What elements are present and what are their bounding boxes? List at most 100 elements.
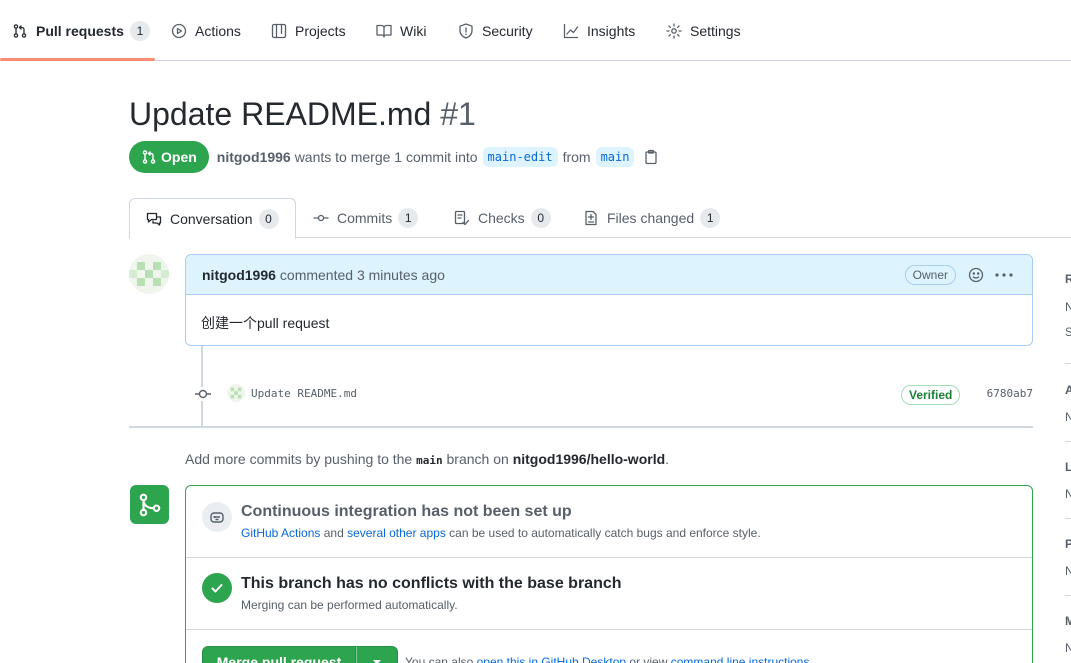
head-branch[interactable]: main xyxy=(595,147,635,167)
checklist-icon xyxy=(454,210,470,226)
ci-section: Continuous integration has not been set … xyxy=(186,486,1032,558)
sidebar-reviewers-value: N xyxy=(1065,300,1071,314)
ci-rest: can be used to automatically catch bugs … xyxy=(449,526,761,540)
github-actions-link[interactable]: GitHub Actions xyxy=(241,526,320,540)
merge-alt-suffix: . xyxy=(809,655,813,663)
nav-wiki[interactable]: Wiki xyxy=(376,0,426,61)
merge-box: Continuous integration has not been set … xyxy=(185,485,1033,663)
merge-alt-text: You can also open this in GitHub Desktop… xyxy=(405,655,813,663)
nav-insights[interactable]: Insights xyxy=(563,0,635,61)
nav-label: Security xyxy=(482,22,533,39)
commit-sha[interactable]: 6780ab7 xyxy=(987,387,1033,400)
sidebar-assignees-value: N xyxy=(1065,410,1071,424)
push-hint-repo[interactable]: nitgod1996/hello-world xyxy=(513,451,665,467)
shield-icon xyxy=(459,22,473,39)
tab-conversation[interactable]: Conversation 0 xyxy=(129,198,296,239)
ci-title: Continuous integration has not been set … xyxy=(241,503,572,520)
merge-pull-request-button[interactable]: Merge pull request xyxy=(202,646,356,663)
nav-settings[interactable]: Settings xyxy=(666,0,741,61)
tab-checks[interactable]: Checks 0 xyxy=(454,198,551,238)
git-commit-icon xyxy=(192,387,212,401)
tab-label: Commits xyxy=(337,210,393,226)
pr-tabs: Conversation 0 Commits 1 Checks 0 Files … xyxy=(129,198,1071,239)
commit-row: Update README.md Verified 6780ab7 xyxy=(190,380,1033,408)
commit-avatar[interactable] xyxy=(227,384,245,402)
command-line-link[interactable]: command line instructions xyxy=(671,655,810,663)
nav-label: Wiki xyxy=(400,22,427,39)
conflict-section: This branch has no conflicts with the ba… xyxy=(186,558,1032,630)
pr-count-badge: 1 xyxy=(129,20,150,41)
comment-author[interactable]: nitgod1996 xyxy=(202,267,276,283)
sidebar-assignees-heading[interactable]: A xyxy=(1065,383,1071,397)
nav-label: Pull requests xyxy=(36,22,124,39)
nav-security[interactable]: Security xyxy=(458,0,533,61)
tab-files-changed[interactable]: Files changed 1 xyxy=(583,198,721,238)
ci-and: and xyxy=(323,526,344,540)
nav-label: Insights xyxy=(587,22,636,39)
avatar[interactable] xyxy=(129,254,169,294)
sidebar-labels-heading[interactable]: L xyxy=(1065,460,1071,474)
verified-badge[interactable]: Verified xyxy=(901,385,961,405)
sidebar-reviewers-heading[interactable]: R xyxy=(1065,272,1071,286)
sidebar-divider xyxy=(1065,441,1071,442)
state-label: Open xyxy=(161,149,197,165)
ci-icon-wrap xyxy=(202,502,232,532)
push-hint-branch: main xyxy=(416,454,443,467)
active-tab-underline xyxy=(0,58,155,61)
nav-projects[interactable]: Projects xyxy=(271,0,346,61)
sidebar-divider xyxy=(1065,363,1071,364)
pr-title-text: Update README.md xyxy=(129,96,432,132)
comment-header: nitgod1996 commented 3 minutes ago Owner xyxy=(186,255,1032,295)
nav-label: Settings xyxy=(690,22,741,39)
push-hint-middle: branch on xyxy=(446,451,509,467)
merge-alt-mid: or view xyxy=(629,655,668,663)
comment-discussion-icon xyxy=(146,212,162,226)
table-icon xyxy=(271,23,287,38)
tab-label: Checks xyxy=(478,210,525,226)
push-hint: Add more commits by pushing to the main … xyxy=(185,451,669,467)
conflict-subtitle: Merging can be performed automatically. xyxy=(241,598,458,612)
copy-icon[interactable] xyxy=(643,149,659,165)
nav-actions[interactable]: Actions xyxy=(171,0,241,61)
sidebar-milestone-heading[interactable]: M xyxy=(1065,614,1071,628)
tab-label: Conversation xyxy=(170,210,253,227)
page-title: Update README.md #1 xyxy=(129,96,476,133)
base-branch[interactable]: main-edit xyxy=(482,147,558,167)
tab-count: 0 xyxy=(258,208,279,229)
sidebar-milestone-value: N xyxy=(1065,641,1071,655)
github-desktop-link[interactable]: open this in GitHub Desktop xyxy=(477,655,626,663)
pr-author-link[interactable]: nitgod1996 xyxy=(217,149,291,165)
kebab-horizontal-icon[interactable] xyxy=(994,267,1014,283)
comment-body: 创建一个pull request xyxy=(201,315,330,331)
owner-badge: Owner xyxy=(904,265,956,285)
git-commit-icon xyxy=(313,214,329,222)
state-badge: Open xyxy=(129,141,209,173)
nav-label: Projects xyxy=(295,22,346,39)
smiley-icon[interactable] xyxy=(968,267,984,283)
sidebar-projects-value: N xyxy=(1065,564,1071,578)
identicon xyxy=(129,254,169,294)
play-icon xyxy=(171,23,187,38)
identicon xyxy=(227,384,245,402)
book-icon xyxy=(376,24,392,38)
graph-icon xyxy=(563,23,579,38)
nav-pull-requests[interactable]: Pull requests 1 xyxy=(12,0,150,61)
commit-message[interactable]: Update README.md xyxy=(251,387,357,400)
sidebar-projects-heading[interactable]: P xyxy=(1065,537,1071,551)
sidebar-divider xyxy=(1065,518,1071,519)
git-pull-request-icon xyxy=(142,150,156,164)
merge-alt-prefix: You can also xyxy=(405,655,474,663)
pr-meta: Open nitgod1996 wants to merge 1 commit … xyxy=(129,141,659,173)
other-apps-link[interactable]: several other apps xyxy=(347,526,446,540)
tab-commits[interactable]: Commits 1 xyxy=(313,198,419,238)
comment-meta[interactable]: commented 3 minutes ago xyxy=(280,267,445,283)
from-text: from xyxy=(562,149,591,165)
tab-count: 0 xyxy=(530,208,551,228)
merge-actions: Merge pull request You can also open thi… xyxy=(202,646,1022,663)
gear-icon xyxy=(666,22,682,39)
push-hint-prefix: Add more commits by pushing to the xyxy=(185,451,413,467)
timeline-divider xyxy=(129,426,1033,428)
merge-method-dropdown[interactable] xyxy=(356,646,398,663)
hubot-icon xyxy=(210,512,224,523)
tab-count: 1 xyxy=(700,208,721,228)
